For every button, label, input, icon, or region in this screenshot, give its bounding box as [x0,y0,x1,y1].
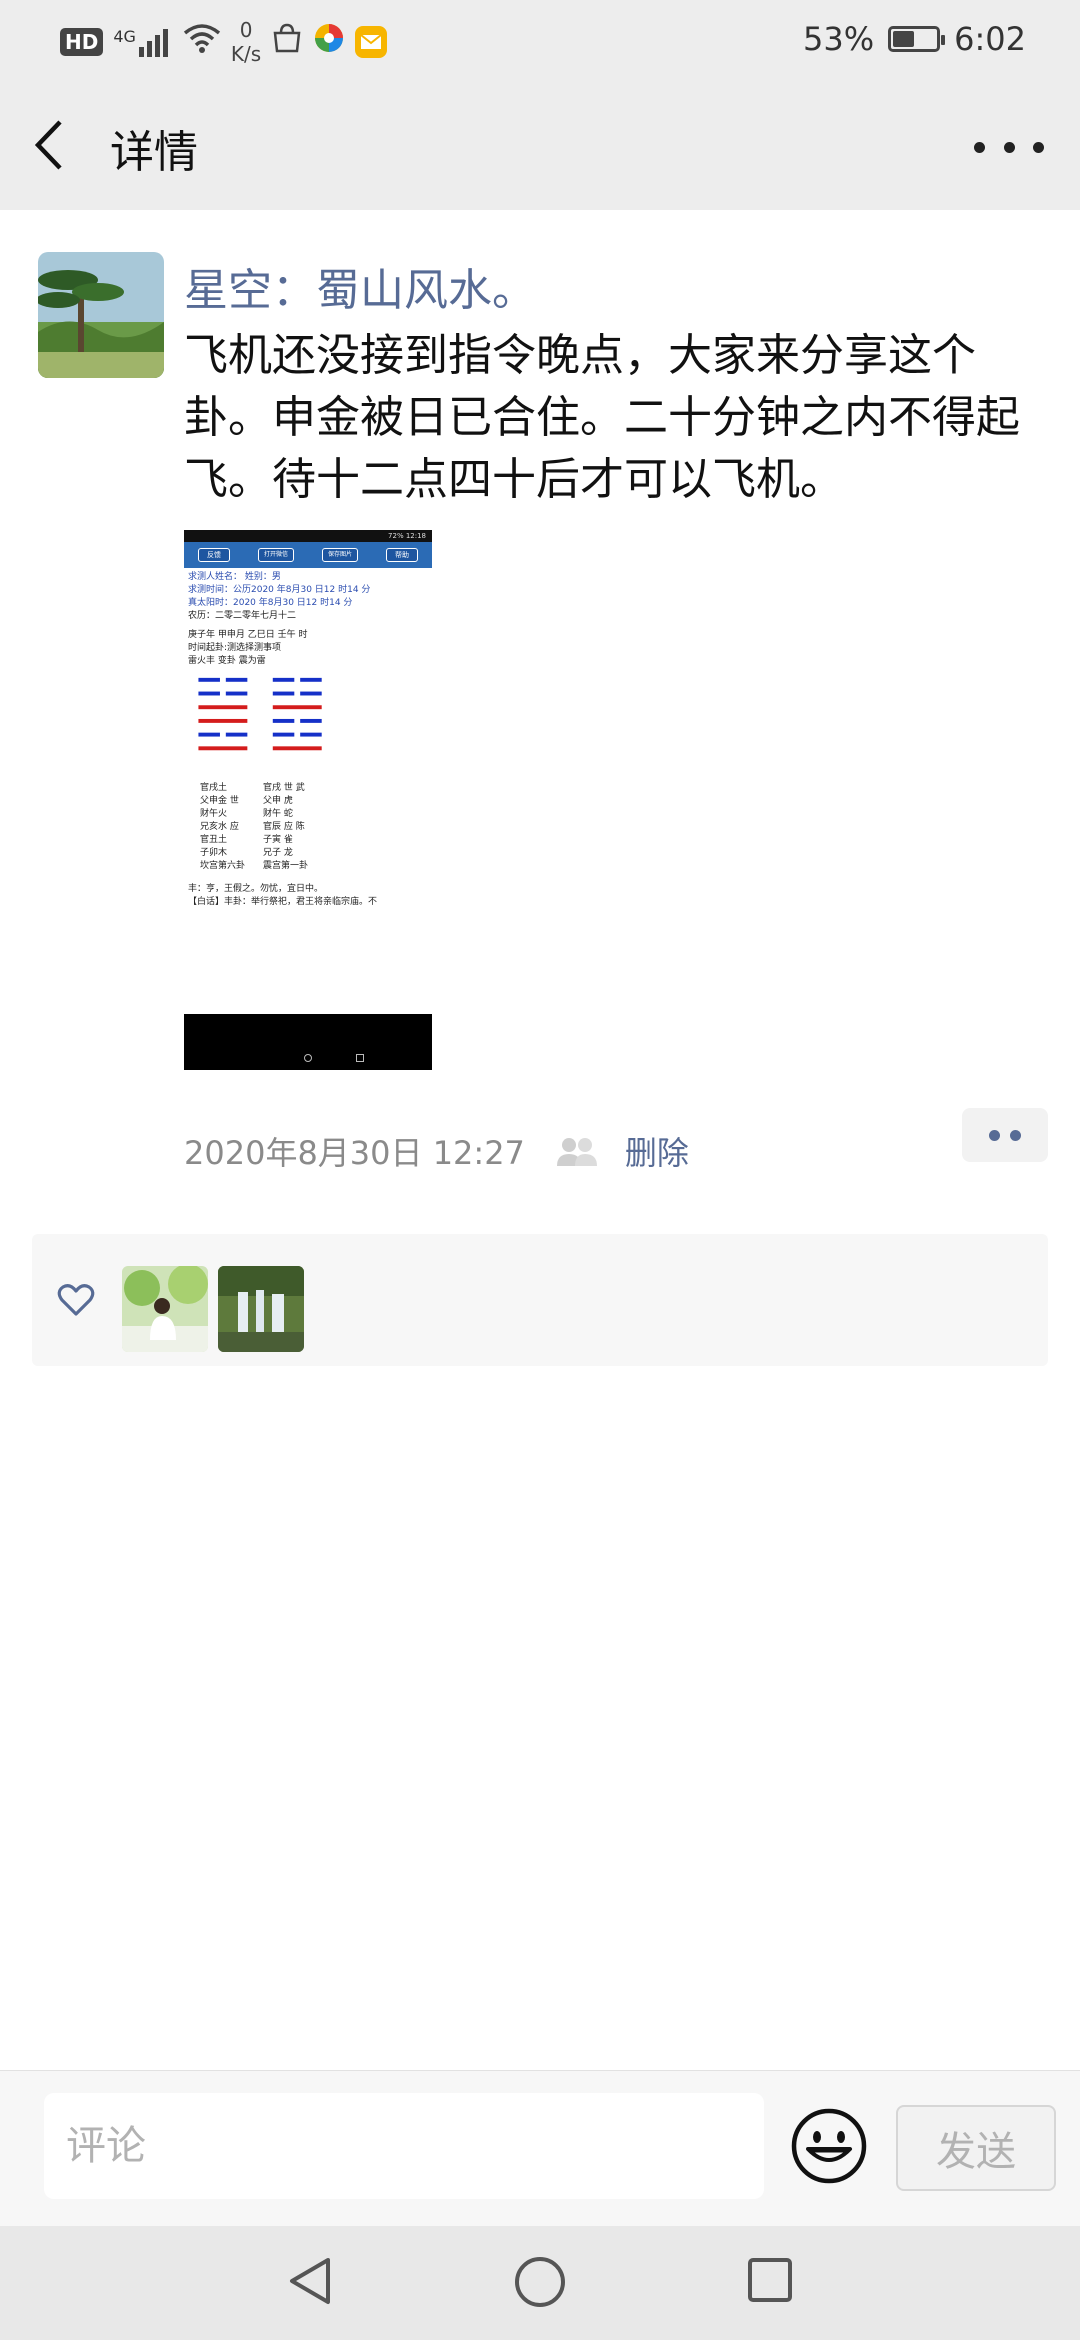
clock: 6:02 [954,20,1026,58]
heart-outline-icon [56,1280,96,1320]
image-yao-row: 震宫第一卦 [263,861,309,871]
image-toolbar-btn: 帮助 [386,548,418,562]
wifi-icon [183,23,221,61]
post-timestamp: 2020年8月30日 12:27 [184,1134,525,1172]
image-footer-line: 丰：亨，王假之。勿忧，宜日中。 [188,884,324,894]
image-navbar [184,1014,432,1070]
network-speed: 0 K/s [231,18,261,66]
more-dot [1003,141,1015,153]
image-footer: 丰：亨，王假之。勿忧，宜日中。 【白话】丰卦：举行祭祀，君王将亲临宗庙。不 [184,883,432,909]
likes-panel [32,1234,1048,1366]
image-line: 庚子年 甲申月 乙巳日 壬午 时 [188,630,308,640]
speed-unit: K/s [230,42,262,66]
image-yao-row: 官戌土 [200,783,228,793]
author-name[interactable]: 星空：蜀山风水。 [184,254,536,318]
liker-avatar[interactable] [218,1266,304,1352]
image-yao-left: 官戌土 父申金 世 财午火 兄亥水 应 官丑土 子卯木 坎宫第六卦 [196,782,245,873]
action-dot-icon [1010,1129,1021,1141]
image-toolbar: 反馈 打开微信 保存图片 帮助 [184,542,432,568]
battery-level [893,31,914,47]
title-bar: 详情 [0,82,1080,210]
chevron-left-icon [34,120,62,170]
image-yao-row: 财午火 [200,809,228,819]
image-yao-row: 父申金 世 [200,796,239,806]
image-yao-row: 子寅 雀 [263,835,293,845]
status-bar: HD 4G 0 K/s 53% 6:02 [0,0,1080,82]
image-yao-table: 官戌土 父申金 世 财午火 兄亥水 应 官丑土 子卯木 坎宫第六卦 官戌 世 武… [184,782,432,873]
hd-badge: HD [60,28,104,56]
image-nav-recent [356,1054,364,1062]
image-yao-row: 官丑土 [200,835,228,845]
image-nav-home [304,1054,312,1062]
image-yao-row: 坎宫第六卦 [200,861,246,871]
battery-percent: 53% [803,20,875,58]
comment-bar: 发送 [0,2070,1080,2226]
page-title: 详情 [110,127,198,178]
speed-value: 0 [239,18,253,42]
image-yao-right: 官戌 世 武 父申 虎 财午 蛇 官辰 应 陈 子寅 雀 兄子 龙 震宫第一卦 [259,782,308,873]
system-navigation-bar [0,2226,1080,2340]
image-toolbar-btn: 反馈 [198,548,230,562]
image-line: 求测人姓名： 姓别：男 [188,572,281,582]
delete-link[interactable]: 删除 [625,1128,689,1174]
image-yao-row: 父申 虎 [263,796,293,806]
post-image[interactable]: 72% 12:18 反馈 打开微信 保存图片 帮助 求测人姓名： 姓别：男 求测… [184,530,432,1070]
status-left: HD 4G 0 K/s [60,18,388,66]
more-button[interactable] [974,122,1044,172]
image-info: 求测人姓名： 姓别：男 求测时间：公历2020 年8月30 日12 时14 分 … [184,568,432,668]
hexagram-left [198,677,248,751]
image-line: 时间起卦:测选择测事项 [188,643,282,653]
more-dot [1033,141,1044,153]
post-action-button[interactable] [962,1108,1048,1162]
image-status-text: 72% 12:18 [388,532,426,540]
liker-avatar[interactable] [122,1266,208,1352]
battery-icon [888,26,946,52]
comment-input[interactable] [44,2093,764,2199]
image-line: 真太阳时：2020 年8月30 日12 时14 分 [188,598,353,608]
more-dots-icon [974,141,985,153]
image-yao-row: 兄子 龙 [263,848,293,858]
author-avatar[interactable] [38,252,164,378]
signal-icon: 4G [113,27,173,57]
image-line: 农历：二零二零年七月十二 [188,611,297,621]
post-meta: 2020年8月30日 12:27 删除 [184,1128,689,1174]
colorful-app-icon [313,22,345,62]
image-yao-row: 子卯木 [200,848,228,858]
action-dot-icon [989,1129,1000,1141]
network-type: 4G [113,27,136,46]
image-yao-row: 官辰 应 陈 [263,822,305,832]
image-yao-row: 官戌 世 武 [263,783,305,793]
image-statusbar: 72% 12:18 [184,530,432,542]
image-footer-line: 【白话】丰卦：举行祭祀，君王将亲临宗庙。不 [188,897,378,907]
image-yao-row: 兄亥水 应 [200,822,239,832]
square-recents-icon[interactable] [744,2254,796,2306]
bag-icon [271,23,303,61]
image-line: 雷火丰 变卦 震为雷 [188,656,266,666]
circle-home-icon[interactable] [512,2254,568,2310]
image-line: 求测时间：公历2020 年8月30 日12 时14 分 [188,585,371,595]
visibility-friends-icon[interactable] [555,1136,599,1166]
hexagram-right [272,677,322,751]
hexagram-diagram [198,677,322,751]
mail-app-icon [355,26,388,58]
triangle-back-icon[interactable] [284,2254,338,2308]
status-right: 53% 6:02 [803,20,1026,58]
send-button[interactable]: 发送 [896,2105,1056,2191]
back-button[interactable] [30,112,90,178]
image-toolbar-btn: 打开微信 [258,548,294,562]
smiley-icon[interactable] [790,2107,868,2185]
image-toolbar-btn: 保存图片 [322,548,358,562]
image-yao-row: 财午 蛇 [263,809,293,819]
post-text: 飞机还没接到指令晚点，大家来分享这个卦。申金被日已合住。二十分钟之内不得起飞。待… [184,330,1020,505]
